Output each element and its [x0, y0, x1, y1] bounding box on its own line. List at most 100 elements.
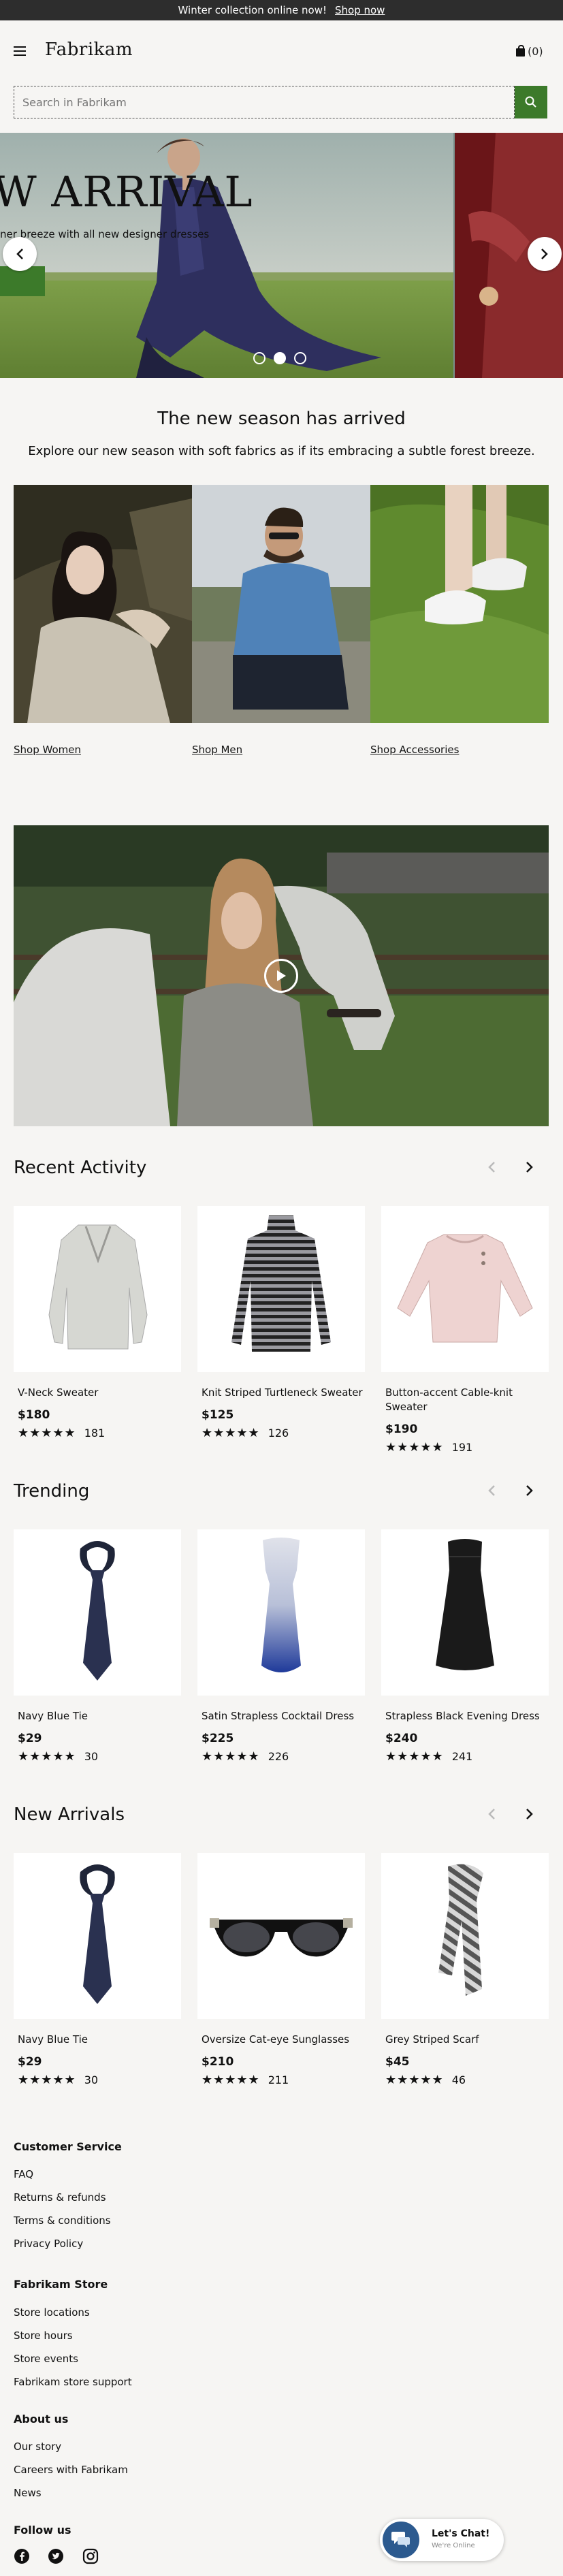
- footer-link-store-support[interactable]: Fabrikam store support: [14, 2376, 132, 2388]
- logo[interactable]: Fabrikam: [45, 39, 133, 60]
- carousel-indicators: [253, 352, 306, 364]
- search-input[interactable]: [14, 86, 515, 118]
- product-image[interactable]: [381, 1853, 549, 2019]
- footer-heading-about: About us: [14, 2413, 69, 2426]
- announcement-bar: Winter collection online now! Shop now: [0, 0, 563, 20]
- carousel-prev-button[interactable]: [3, 237, 37, 271]
- footer-link-faq[interactable]: FAQ: [14, 2168, 33, 2180]
- footer-link-terms[interactable]: Terms & conditions: [14, 2214, 111, 2227]
- footer-link-store-hours[interactable]: Store hours: [14, 2329, 73, 2342]
- accessories-category-image[interactable]: [370, 485, 549, 723]
- shop-now-link[interactable]: Shop now: [335, 4, 385, 16]
- product-name[interactable]: V-Neck Sweater: [14, 1386, 181, 1400]
- facebook-icon[interactable]: [14, 2548, 30, 2564]
- footer-link-our-story[interactable]: Our story: [14, 2440, 61, 2453]
- women-category-image[interactable]: [14, 485, 192, 723]
- product-card[interactable]: Navy Blue Tie $29 ★★★★★ 30: [14, 1853, 181, 2087]
- product-name[interactable]: Satin Strapless Cocktail Dress: [197, 1709, 365, 1723]
- chevron-left-icon: [488, 1162, 495, 1173]
- product-card[interactable]: V-Neck Sweater $180 ★★★★★ 181: [14, 1206, 181, 1440]
- shop-women-link[interactable]: Shop Women: [14, 744, 81, 756]
- footer-link-store-events[interactable]: Store events: [14, 2353, 78, 2365]
- product-card[interactable]: Button-accent Cable-knit Sweater $190 ★★…: [381, 1206, 549, 1454]
- product-image[interactable]: [14, 1206, 181, 1372]
- product-image[interactable]: [381, 1529, 549, 1696]
- product-name[interactable]: Button-accent Cable-knit Sweater: [381, 1386, 549, 1414]
- chevron-right-icon: [526, 1162, 533, 1173]
- product-card[interactable]: Navy Blue Tie $29 ★★★★★ 30: [14, 1529, 181, 1764]
- promo-video[interactable]: [14, 825, 549, 1126]
- carousel-dot[interactable]: [253, 352, 266, 364]
- product-card[interactable]: Knit Striped Turtleneck Sweater $125 ★★★…: [197, 1206, 365, 1440]
- site-header: Fabrikam (0): [0, 20, 563, 129]
- twitter-icon[interactable]: [48, 2548, 64, 2564]
- shop-men-link[interactable]: Shop Men: [192, 744, 242, 756]
- section-title-trending: Trending: [14, 1481, 90, 1501]
- section-prev-button[interactable]: [487, 1160, 496, 1177]
- footer-link-returns[interactable]: Returns & refunds: [14, 2191, 106, 2204]
- section-next-button[interactable]: [526, 1807, 534, 1824]
- hero-title: W ARRIVAL: [0, 167, 253, 217]
- section-prev-button[interactable]: [487, 1484, 496, 1501]
- review-count: 30: [84, 2073, 99, 2086]
- product-rating: ★★★★★ 191: [381, 1440, 549, 1454]
- footer-link-privacy[interactable]: Privacy Policy: [14, 2238, 83, 2250]
- product-image[interactable]: [197, 1529, 365, 1696]
- footer-heading-follow: Follow us: [14, 2524, 71, 2537]
- product-name[interactable]: Grey Striped Scarf: [381, 2033, 549, 2047]
- chat-status: We're Online: [432, 2542, 475, 2549]
- section-title-new-arrivals: New Arrivals: [14, 1804, 125, 1825]
- product-price: $180: [18, 1408, 50, 1422]
- search-button[interactable]: [515, 86, 547, 118]
- carousel-dot[interactable]: [294, 352, 306, 364]
- carousel-next-button[interactable]: [528, 237, 562, 271]
- product-image[interactable]: [197, 1206, 365, 1372]
- footer-link-careers[interactable]: Careers with Fabrikam: [14, 2464, 128, 2476]
- section-next-button[interactable]: [526, 1484, 534, 1501]
- chat-widget[interactable]: Let's Chat! We're Online: [380, 2519, 504, 2561]
- product-image[interactable]: [381, 1206, 549, 1372]
- rating-stars-icon: ★★★★★: [385, 2073, 444, 2087]
- product-price: $45: [385, 2055, 410, 2069]
- footer-heading-store: Fabrikam Store: [14, 2278, 108, 2291]
- product-rating: ★★★★★ 226: [197, 1749, 365, 1764]
- product-name[interactable]: Oversize Cat-eye Sunglasses: [197, 2033, 365, 2047]
- menu-icon[interactable]: [14, 46, 26, 56]
- product-name[interactable]: Strapless Black Evening Dress: [381, 1709, 549, 1723]
- review-count: 30: [84, 1750, 99, 1763]
- play-button[interactable]: [264, 959, 298, 993]
- product-image[interactable]: [197, 1853, 365, 2019]
- product-image[interactable]: [14, 1853, 181, 2019]
- footer-heading-customer-service: Customer Service: [14, 2140, 122, 2153]
- season-description: Explore our new season with soft fabrics…: [28, 444, 535, 458]
- chevron-left-icon: [488, 1485, 495, 1496]
- product-price: $125: [202, 1408, 234, 1422]
- carousel-dot-active[interactable]: [274, 352, 286, 364]
- cart-count: (0): [528, 45, 543, 58]
- product-card[interactable]: Grey Striped Scarf $45 ★★★★★ 46: [381, 1853, 549, 2087]
- product-name[interactable]: Navy Blue Tie: [14, 2033, 181, 2047]
- men-category-image[interactable]: [192, 485, 370, 723]
- product-price: $240: [385, 1732, 418, 1745]
- section-title-recent-activity: Recent Activity: [14, 1158, 147, 1178]
- review-count: 226: [268, 1750, 289, 1763]
- chat-title: Let's Chat!: [432, 2528, 490, 2539]
- instagram-icon[interactable]: [82, 2548, 99, 2564]
- rating-stars-icon: ★★★★★: [202, 2073, 260, 2087]
- product-name[interactable]: Navy Blue Tie: [14, 1709, 181, 1723]
- product-card[interactable]: Oversize Cat-eye Sunglasses $210 ★★★★★ 2…: [197, 1853, 365, 2087]
- rating-stars-icon: ★★★★★: [18, 1749, 76, 1764]
- shop-accessories-link[interactable]: Shop Accessories: [370, 744, 459, 756]
- section-prev-button[interactable]: [487, 1807, 496, 1824]
- footer-link-news[interactable]: News: [14, 2487, 42, 2499]
- cart-button[interactable]: (0): [516, 45, 543, 58]
- product-card[interactable]: Strapless Black Evening Dress $240 ★★★★★…: [381, 1529, 549, 1764]
- review-count: 46: [451, 2073, 466, 2086]
- footer-link-store-locations[interactable]: Store locations: [14, 2306, 90, 2319]
- product-card[interactable]: Satin Strapless Cocktail Dress $225 ★★★★…: [197, 1529, 365, 1764]
- product-name[interactable]: Knit Striped Turtleneck Sweater: [197, 1386, 365, 1400]
- chevron-right-icon: [541, 249, 548, 259]
- product-rating: ★★★★★ 126: [197, 1426, 365, 1440]
- section-next-button[interactable]: [526, 1160, 534, 1177]
- product-image[interactable]: [14, 1529, 181, 1696]
